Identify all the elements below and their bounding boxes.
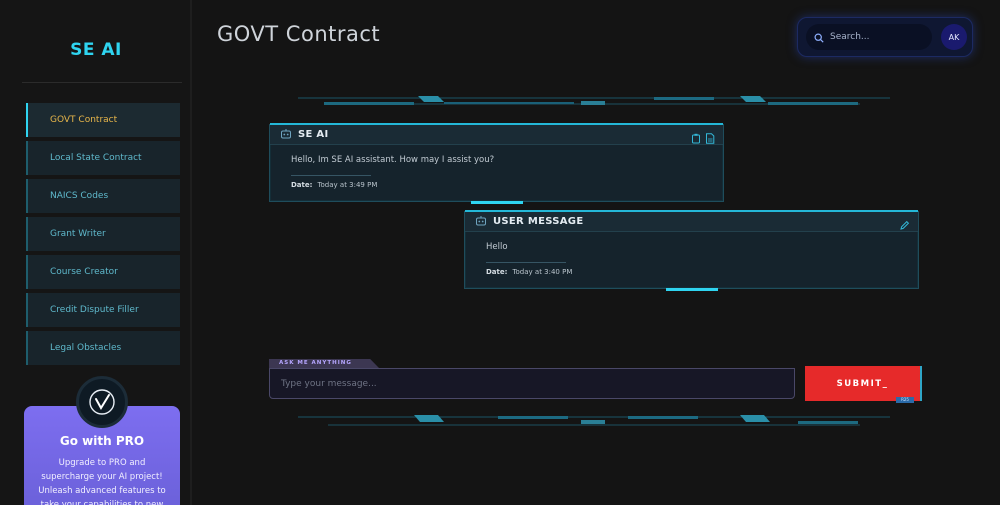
sidebar-nav: GOVT Contract Local State Contract NAICS…: [26, 103, 180, 369]
ai-message-card: SE AI Hello, Im SE AI assistant. How may…: [269, 123, 724, 204]
divider: [22, 82, 182, 83]
sidebar-item-govt-contract[interactable]: GOVT Contract: [26, 103, 180, 137]
date-label: Date:: [291, 181, 313, 189]
submit-badge: R25: [896, 397, 914, 403]
ask-me-anything-tag: ASK ME ANYTHING: [269, 359, 379, 368]
ai-message-date: Date: Today at 3:49 PM: [291, 181, 377, 189]
panel-tab-accent: [471, 201, 523, 204]
user-message-header: USER MESSAGE: [465, 212, 918, 232]
pro-description: Upgrade to PRO and supercharge your AI p…: [38, 458, 166, 505]
sidebar-item-course-creator[interactable]: Course Creator: [26, 255, 180, 289]
pro-logo-icon: [76, 376, 128, 428]
pro-title: Go with PRO: [59, 434, 145, 448]
sidebar: SE AI GOVT Contract Local State Contract…: [0, 0, 192, 505]
divider: [486, 262, 566, 263]
message-field: [269, 368, 795, 399]
page-title: GOVT Contract: [217, 22, 381, 46]
search-box[interactable]: [806, 24, 932, 50]
user-message-text: Hello: [486, 242, 508, 252]
avatar[interactable]: AK: [941, 24, 967, 50]
sidebar-item-label: GOVT Contract: [50, 115, 118, 125]
decorative-divider: [298, 415, 890, 426]
panel-tab-accent: [666, 288, 718, 291]
ai-message-header: SE AI: [270, 125, 723, 145]
submit-button[interactable]: SUBMIT_: [805, 366, 922, 401]
date-value: Today at 3:40 PM: [512, 268, 573, 276]
ai-message-text: Hello, Im SE AI assistant. How may I ass…: [291, 155, 495, 165]
user-icon: [475, 212, 487, 231]
search-bar: AK: [797, 17, 973, 57]
date-value: Today at 3:49 PM: [317, 181, 378, 189]
sidebar-item-naics-codes[interactable]: NAICS Codes: [26, 179, 180, 213]
edit-icon[interactable]: [899, 216, 910, 235]
ai-sender-name: SE AI: [298, 129, 329, 140]
sidebar-item-credit-dispute-filler[interactable]: Credit Dispute Filler: [26, 293, 180, 327]
message-actions: [691, 129, 715, 148]
decorative-divider: [298, 96, 890, 105]
sidebar-item-label: NAICS Codes: [50, 191, 109, 201]
sidebar-item-grant-writer[interactable]: Grant Writer: [26, 217, 180, 251]
message-input[interactable]: [270, 369, 794, 398]
pro-upgrade-card[interactable]: Go with PRO Upgrade to PRO and superchar…: [24, 376, 180, 505]
copy-icon[interactable]: [691, 129, 701, 148]
sidebar-item-label: Credit Dispute Filler: [50, 305, 139, 315]
search-icon: [814, 28, 824, 47]
search-input[interactable]: [830, 32, 920, 42]
sidebar-item-legal-obstacles[interactable]: Legal Obstacles: [26, 331, 180, 365]
user-message-card: USER MESSAGE Hello Date: Today at 3:40 PM: [464, 210, 919, 291]
sidebar-item-label: Course Creator: [50, 267, 118, 277]
sidebar-item-label: Grant Writer: [50, 229, 106, 239]
brand-logo: SE AI: [70, 40, 122, 60]
sidebar-item-label: Legal Obstacles: [50, 343, 122, 353]
pdf-export-icon[interactable]: [705, 129, 715, 148]
sidebar-item-label: Local State Contract: [50, 153, 142, 163]
user-message-date: Date: Today at 3:40 PM: [486, 268, 572, 276]
user-sender-name: USER MESSAGE: [493, 216, 584, 227]
date-label: Date:: [486, 268, 508, 276]
robot-icon: [280, 125, 292, 144]
divider: [291, 175, 371, 176]
sidebar-item-local-state-contract[interactable]: Local State Contract: [26, 141, 180, 175]
message-actions: [899, 216, 910, 235]
